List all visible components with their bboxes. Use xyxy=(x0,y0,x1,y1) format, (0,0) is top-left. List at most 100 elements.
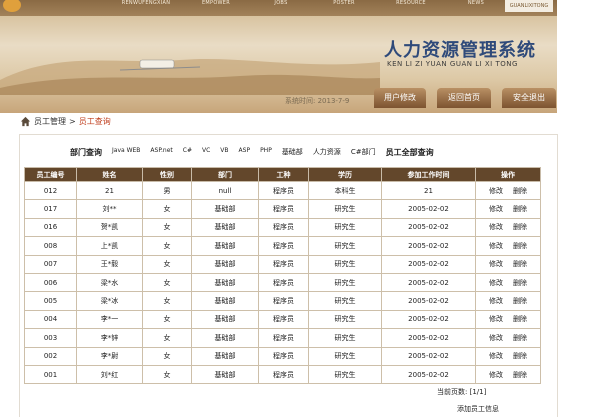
edit-link[interactable]: 修改 xyxy=(489,371,503,379)
breadcrumb: 员工管理 > 员工查询 xyxy=(20,116,111,127)
table-cell: 研究生 xyxy=(308,328,382,348)
table-cell: 本科生 xyxy=(308,180,382,201)
menu-item[interactable]: ASP xyxy=(239,147,251,158)
row-actions: 修改 删除 xyxy=(475,254,541,274)
nav-tab[interactable]: NEWS xyxy=(450,0,502,14)
table-cell: 女 xyxy=(142,254,192,274)
row-actions: 修改 删除 xyxy=(475,328,541,348)
delete-link[interactable]: 删除 xyxy=(513,371,527,379)
menu-item[interactable]: 部门查询 xyxy=(70,147,102,158)
column-header: 工种 xyxy=(258,167,309,182)
home-icon xyxy=(20,116,31,127)
table-cell: 上*凯 xyxy=(76,236,143,256)
table-cell: 002 xyxy=(24,346,77,366)
table-cell: 003 xyxy=(24,328,77,348)
menu-item[interactable]: C#部门 xyxy=(351,147,376,158)
delete-link[interactable]: 删除 xyxy=(513,297,527,305)
edit-link[interactable]: 修改 xyxy=(489,315,503,323)
table-cell: 研究生 xyxy=(308,346,382,366)
edit-link[interactable]: 修改 xyxy=(489,187,503,195)
delete-link[interactable]: 删除 xyxy=(513,352,527,360)
table-row: 017 刘** 女基础部 程序员 研究生 2005-02-02 修改 删除 xyxy=(24,199,541,219)
edit-link[interactable]: 修改 xyxy=(489,352,503,360)
table-cell: 基础部 xyxy=(191,364,259,385)
menu-item[interactable]: 基础部 xyxy=(282,147,303,158)
table-cell: 研究生 xyxy=(308,364,382,385)
table-cell: 梁*冰 xyxy=(76,291,143,311)
table-cell: 贺*凯 xyxy=(76,217,143,238)
table-cell: 21 xyxy=(76,180,143,201)
table-cell: 基础部 xyxy=(191,309,259,330)
table-row: 012 21 男 null 程序员 本科生 21 修改 删除 xyxy=(24,180,541,201)
table-cell: 21 xyxy=(381,180,476,201)
top-nav: RENWUFENGXIAN EMPOWER JOBS POSTER RESOURCE NE… xyxy=(0,0,557,16)
corner-badge[interactable]: GUANLIXITONG xyxy=(505,0,553,12)
table-cell: 程序员 xyxy=(258,309,309,330)
delete-link[interactable]: 删除 xyxy=(513,223,527,231)
edit-user-button[interactable]: 用户修改 xyxy=(374,88,426,108)
table-row: 001 刘*红女基础部 程序员 研究生 2005-02-02 修改 删除 xyxy=(24,364,541,385)
delete-link[interactable]: 删除 xyxy=(513,315,527,323)
table-cell: 程序员 xyxy=(258,199,309,219)
table-cell: 女 xyxy=(142,364,192,385)
row-actions: 修改 删除 xyxy=(475,199,541,219)
nav-tab[interactable]: RESOURCE xyxy=(385,0,437,14)
table-cell: 女 xyxy=(142,217,192,238)
system-time: 系统时间: 2013-7-9 xyxy=(285,97,350,105)
table-cell: 女 xyxy=(142,199,192,219)
delete-link[interactable]: 删除 xyxy=(513,242,527,250)
nav-tab[interactable]: RENWUFENGXIAN xyxy=(120,0,172,14)
edit-link[interactable]: 修改 xyxy=(489,223,503,231)
table-cell: null xyxy=(191,180,259,201)
system-title: 人力资源管理系统 xyxy=(384,40,536,61)
menu-item[interactable]: 人力资源 xyxy=(313,147,341,158)
table-cell: 004 xyxy=(24,309,77,330)
edit-link[interactable]: 修改 xyxy=(489,260,503,268)
menu-item[interactable]: 员工全部查询 xyxy=(386,147,434,158)
logout-button[interactable]: 安全退出 xyxy=(502,88,556,108)
edit-link[interactable]: 修改 xyxy=(489,334,503,342)
home-button[interactable]: 返回首页 xyxy=(437,88,491,108)
table-cell: 基础部 xyxy=(191,199,259,219)
table-cell: 基础部 xyxy=(191,236,259,256)
edit-link[interactable]: 修改 xyxy=(489,242,503,250)
table-row: 016 贺*凯女基础部 程序员 研究生 2005-02-02 修改 删除 xyxy=(24,217,541,238)
column-header: 性别 xyxy=(142,167,192,182)
table-cell: 刘*红 xyxy=(76,364,143,385)
delete-link[interactable]: 删除 xyxy=(513,205,527,213)
delete-link[interactable]: 删除 xyxy=(513,279,527,287)
add-employee-link[interactable]: 添加员工信息 xyxy=(457,404,499,414)
table-cell: 研究生 xyxy=(308,199,382,219)
delete-link[interactable]: 删除 xyxy=(513,334,527,342)
table-cell: 005 xyxy=(24,291,77,311)
table-cell: 女 xyxy=(142,328,192,348)
table-cell: 女 xyxy=(142,236,192,256)
table-cell: 男 xyxy=(142,180,192,201)
edit-link[interactable]: 修改 xyxy=(489,297,503,305)
edit-link[interactable]: 修改 xyxy=(489,205,503,213)
table-cell: 程序员 xyxy=(258,272,309,293)
delete-link[interactable]: 删除 xyxy=(513,187,527,195)
nav-tab[interactable]: POSTER xyxy=(318,0,370,14)
menu-item[interactable]: Java WEB xyxy=(112,147,140,158)
table-cell: 基础部 xyxy=(191,291,259,311)
breadcrumb-current: 员工查询 xyxy=(78,117,111,126)
nav-tab[interactable]: JOBS xyxy=(255,0,307,14)
menu-item[interactable]: ASP.net xyxy=(150,147,172,158)
table-cell: 2005-02-02 xyxy=(381,346,476,366)
menu-item[interactable]: VB xyxy=(220,147,228,158)
delete-link[interactable]: 删除 xyxy=(513,260,527,268)
table-cell: 007 xyxy=(24,254,77,274)
row-actions: 修改 删除 xyxy=(475,236,541,256)
column-header: 部门 xyxy=(191,167,259,182)
edit-link[interactable]: 修改 xyxy=(489,279,503,287)
column-header: 参加工作时间 xyxy=(381,167,476,182)
menu-item[interactable]: PHP xyxy=(260,147,272,158)
table-cell: 程序员 xyxy=(258,180,309,201)
menu-item[interactable]: VC xyxy=(202,147,210,158)
menu-item[interactable]: C# xyxy=(183,147,192,158)
breadcrumb-root[interactable]: 员工管理 xyxy=(34,116,66,127)
table-cell: 2005-02-02 xyxy=(381,309,476,330)
nav-tab[interactable]: EMPOWER xyxy=(190,0,242,14)
table-cell: 李*尉 xyxy=(76,346,143,366)
